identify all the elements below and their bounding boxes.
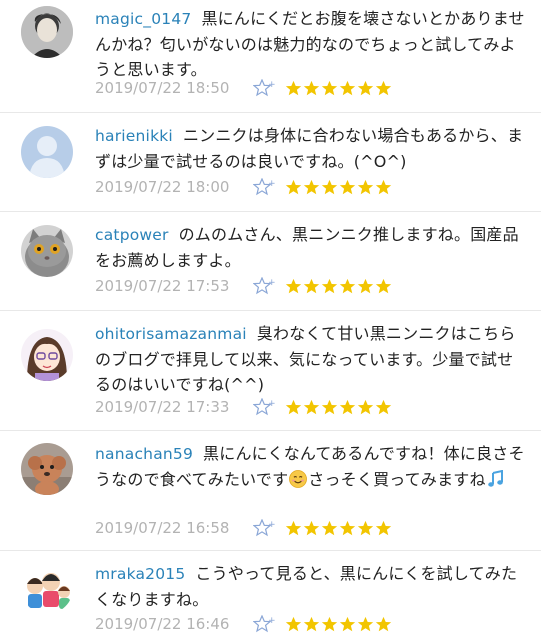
star-icon [339,179,356,194]
star-icon [285,616,302,631]
star-icon [321,520,338,535]
add-star-icon[interactable]: + [252,78,276,97]
star-icon [357,179,374,194]
svg-text:+: + [268,179,275,189]
svg-text:+: + [268,278,275,288]
user-avatar[interactable] [21,6,73,58]
smile-emoji-icon [289,470,308,488]
username-link[interactable]: magic_0147 [95,10,191,28]
username-link[interactable]: harienikki [95,127,173,145]
star-icon [321,80,338,95]
star-icon [303,616,320,631]
comment-list: magic_0147 黒にんにくだとお腹を壊さないとかありませんかね？匂いがないの… [0,0,541,641]
star-icon [339,80,356,95]
star-rating [285,399,392,416]
star-icon [339,278,356,293]
comment-text: catpower のムのムさん、黒ニンニク推しますね。国産品をお薦めしますよ。 [95,225,519,270]
user-avatar[interactable] [21,443,73,495]
star-rating [285,278,392,295]
comment-text: magic_0147 黒にんにくだとお腹を壊さないとかありませんかね？匂いがないの… [95,9,525,79]
star-icon [285,80,302,95]
comment-date: 2019/07/22 18:00 [95,178,230,196]
comment-meta: 2019/07/22 18:00 + [95,176,392,198]
comment-date: 2019/07/22 17:53 [95,277,230,295]
star-icon [303,278,320,293]
add-star-icon[interactable]: + [252,177,276,196]
username-link[interactable]: ohitorisamazanmai [95,325,247,343]
comment-date: 2019/07/22 17:33 [95,398,230,416]
user-avatar[interactable] [21,225,73,277]
comment-item: mraka2015 こうやって見ると、黒にんにくを試してみたくなりますね。 201… [0,551,541,641]
comment-meta: 2019/07/22 17:53 + [95,275,392,297]
star-icon [357,520,374,535]
svg-text:+: + [268,399,275,409]
star-icon [357,616,374,631]
add-star-icon[interactable]: + [252,397,276,416]
user-avatar[interactable] [21,126,73,178]
star-icon [375,399,392,414]
username-link[interactable]: catpower [95,226,169,244]
comment-item: magic_0147 黒にんにくだとお腹を壊さないとかありませんかね？匂いがないの… [0,0,541,113]
add-star-icon[interactable]: + [252,614,276,633]
comment-meta: 2019/07/22 18:50 + [95,77,392,99]
comment-date: 2019/07/22 18:50 [95,79,230,97]
star-icon [375,520,392,535]
star-rating [285,616,392,633]
star-icon [285,520,302,535]
comment-text: nanachan59 黒にんにくなんてあるんですね！体に良さそうなので食べてみたい… [95,444,525,489]
svg-text:+: + [268,80,275,90]
star-icon [303,179,320,194]
star-icon [357,399,374,414]
comment-meta: 2019/07/22 16:46 + [95,613,392,635]
star-icon [303,80,320,95]
comment-meta: 2019/07/22 16:58 + [95,517,392,539]
svg-text:+: + [268,520,275,530]
user-avatar[interactable] [21,329,73,381]
star-icon [321,399,338,414]
star-icon [321,179,338,194]
comment-item: harienikki ニンニクは身体に合わない場合もあるから、まずは少量で試せるの… [0,113,541,212]
star-icon [285,179,302,194]
star-icon [339,520,356,535]
comment-item: ohitorisamazanmai 臭わなくて甘い黒ニンニクはこちらのブログで拝見… [0,311,541,431]
user-avatar[interactable] [21,562,73,614]
comment-item: nanachan59 黒にんにくなんてあるんですね！体に良さそうなので食べてみたい… [0,431,541,551]
star-icon [285,278,302,293]
comment-date: 2019/07/22 16:58 [95,519,230,537]
add-star-icon[interactable]: + [252,518,276,537]
star-icon [357,278,374,293]
username-link[interactable]: mraka2015 [95,565,185,583]
star-rating [285,179,392,196]
star-icon [339,616,356,631]
star-icon [375,80,392,95]
star-icon [375,278,392,293]
username-link[interactable]: nanachan59 [95,445,193,463]
star-icon [375,616,392,631]
comment-date: 2019/07/22 16:46 [95,615,230,633]
star-icon [375,179,392,194]
comment-meta: 2019/07/22 17:33 + [95,396,392,418]
star-icon [357,80,374,95]
add-star-icon[interactable]: + [252,276,276,295]
comment-text: mraka2015 こうやって見ると、黒にんにくを試してみたくなりますね。 [95,564,518,609]
music-note-icon [487,469,505,488]
star-rating [285,80,392,97]
star-icon [321,278,338,293]
comment-text: ohitorisamazanmai 臭わなくて甘い黒ニンニクはこちらのブログで拝見… [95,324,516,394]
star-icon [303,399,320,414]
star-icon [303,520,320,535]
star-icon [321,616,338,631]
comment-item: catpower のムのムさん、黒ニンニク推しますね。国産品をお薦めしますよ。 2… [0,212,541,311]
star-icon [339,399,356,414]
comment-text: harienikki ニンニクは身体に合わない場合もあるから、まずは少量で試せるの… [95,126,524,171]
star-icon [285,399,302,414]
star-rating [285,520,392,537]
svg-text:+: + [268,616,275,626]
